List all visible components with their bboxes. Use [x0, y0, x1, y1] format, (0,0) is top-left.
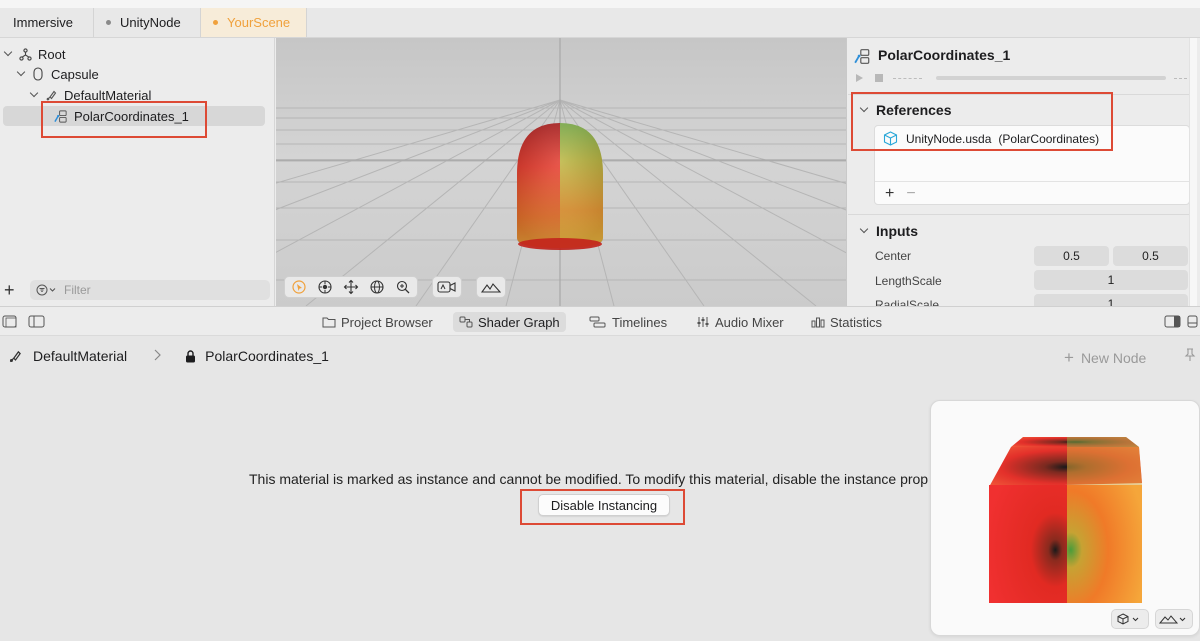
- inspector-toggle-icon[interactable]: [1164, 315, 1198, 332]
- add-entity-button[interactable]: +: [4, 280, 18, 301]
- inputs-section-header[interactable]: Inputs: [860, 223, 918, 239]
- statistics-icon: [811, 315, 825, 329]
- tab-label: Statistics: [830, 314, 883, 330]
- references-footer: + −: [875, 181, 1189, 206]
- timelines-icon: [589, 315, 607, 329]
- tab-label: YourScene: [227, 15, 291, 30]
- material-brush-icon: [8, 349, 23, 364]
- environment-tools: [476, 276, 506, 298]
- tab-label: Immersive: [13, 15, 73, 30]
- tab-statistics[interactable]: Statistics: [805, 312, 888, 332]
- hierarchy-footer: + Filter: [0, 274, 275, 306]
- preview-controls: [1111, 609, 1193, 629]
- preview-cube: [989, 437, 1142, 603]
- capsule-model[interactable]: [276, 38, 847, 306]
- hierarchy-root-icon: [18, 47, 32, 61]
- lengthscale-field[interactable]: 1: [1034, 270, 1188, 290]
- inspector-title: PolarCoordinates_1: [878, 47, 1011, 63]
- radialscale-field[interactable]: 1: [1034, 294, 1188, 306]
- document-tab-bar: Immersive UnityNode YourScene: [0, 0, 1200, 38]
- filter-field[interactable]: Filter: [30, 280, 270, 300]
- lock-icon: [185, 349, 196, 363]
- sidebar-toggle-icon[interactable]: [2, 315, 46, 332]
- tab-label: Audio Mixer: [715, 314, 784, 330]
- viewport-toolbar: [284, 276, 506, 298]
- tab-timelines[interactable]: Timelines: [583, 312, 673, 332]
- input-label-radialscale: RadialScale: [875, 298, 940, 306]
- timecode-start: [892, 77, 923, 79]
- divider: [848, 214, 1192, 215]
- tab-shader-graph[interactable]: Shader Graph: [453, 312, 566, 332]
- tab-immersive[interactable]: Immersive: [0, 8, 94, 37]
- tab-dot-icon: [106, 20, 111, 25]
- filter-placeholder: Filter: [64, 283, 91, 297]
- tab-project-browser[interactable]: Project Browser: [316, 312, 439, 332]
- move-tool-icon[interactable]: [341, 278, 361, 296]
- stop-icon[interactable]: [875, 74, 883, 82]
- zoom-tool-icon[interactable]: [393, 278, 413, 296]
- tab-yourscene[interactable]: YourScene: [201, 8, 307, 37]
- breadcrumb-material[interactable]: DefaultMaterial: [33, 348, 127, 364]
- capsule-icon: [31, 67, 45, 81]
- new-node-button[interactable]: + New Node: [1064, 348, 1146, 368]
- tab-label: Timelines: [612, 314, 668, 330]
- playback-controls: [856, 72, 1192, 84]
- shader-graph-icon: [459, 315, 473, 329]
- remove-reference-button[interactable]: −: [906, 185, 915, 203]
- add-reference-button[interactable]: +: [885, 185, 894, 203]
- inspector-scrollbar[interactable]: [1189, 38, 1197, 306]
- play-icon[interactable]: [856, 74, 863, 82]
- 3d-viewport[interactable]: [276, 38, 847, 306]
- tab-label: Shader Graph: [478, 314, 560, 330]
- tree-item-capsule[interactable]: Capsule: [17, 64, 99, 84]
- camera-tools: [432, 276, 462, 298]
- transform-tools: [284, 276, 418, 298]
- rotate-tool-icon[interactable]: [367, 278, 387, 296]
- material-preview-panel[interactable]: [930, 400, 1200, 636]
- tree-item-label: Root: [38, 46, 66, 62]
- folder-icon: [322, 315, 336, 329]
- editor-tab-bar: Project Browser Shader Graph Timelines A…: [0, 306, 1200, 336]
- audio-mixer-icon: [696, 315, 710, 329]
- select-tool-icon[interactable]: [289, 278, 309, 296]
- plus-icon: +: [1064, 348, 1074, 367]
- tree-item-root[interactable]: Root: [4, 44, 65, 64]
- material-brush-icon: [44, 88, 58, 102]
- playback-scrubber[interactable]: [936, 76, 1167, 80]
- environment-mountain-icon[interactable]: [481, 278, 501, 296]
- camera-icon[interactable]: [437, 278, 457, 296]
- chevron-down-icon[interactable]: [860, 226, 870, 236]
- preview-shape-dropdown[interactable]: [1111, 609, 1149, 629]
- shader-graph-canvas[interactable]: DefaultMaterial PolarCoordinates_1 + New…: [0, 336, 1200, 641]
- new-node-label: New Node: [1080, 350, 1147, 366]
- highlight-box-references: [851, 92, 1113, 151]
- section-title: Inputs: [876, 223, 918, 239]
- pin-icon[interactable]: [1184, 348, 1196, 365]
- preview-environment-dropdown[interactable]: [1155, 609, 1193, 629]
- chevron-right-icon: [153, 348, 162, 364]
- tab-dot-icon: [213, 20, 218, 25]
- breadcrumb: DefaultMaterial PolarCoordinates_1: [8, 348, 329, 364]
- chevron-down-icon[interactable]: [30, 90, 40, 100]
- highlight-box-selected-node: [41, 101, 207, 138]
- tab-audio-mixer[interactable]: Audio Mixer: [690, 312, 790, 332]
- highlight-box-disable-instancing: [520, 489, 685, 525]
- input-label-lengthscale: LengthScale: [875, 274, 942, 288]
- tab-unitynode[interactable]: UnityNode: [94, 8, 201, 37]
- tab-label: Project Browser: [341, 314, 433, 330]
- scene-hierarchy-panel: Root Capsule DefaultMaterial PolarCoordi…: [0, 38, 275, 306]
- filter-icon[interactable]: [36, 284, 58, 296]
- orbit-tool-icon[interactable]: [315, 278, 335, 296]
- inspector-panel: PolarCoordinates_1 References UnityNode.…: [848, 38, 1200, 306]
- chevron-down-icon[interactable]: [17, 69, 27, 79]
- tree-item-label: Capsule: [51, 66, 99, 82]
- center-y-field[interactable]: 0.5: [1113, 246, 1188, 266]
- chevron-down-icon[interactable]: [4, 49, 14, 59]
- center-x-field[interactable]: 0.5: [1034, 246, 1109, 266]
- tab-label: UnityNode: [120, 15, 181, 30]
- input-label-center: Center: [875, 249, 912, 263]
- instance-warning-message: This material is marked as instance and …: [249, 471, 929, 487]
- breadcrumb-node[interactable]: PolarCoordinates_1: [205, 348, 329, 364]
- shader-node-icon: [854, 48, 871, 68]
